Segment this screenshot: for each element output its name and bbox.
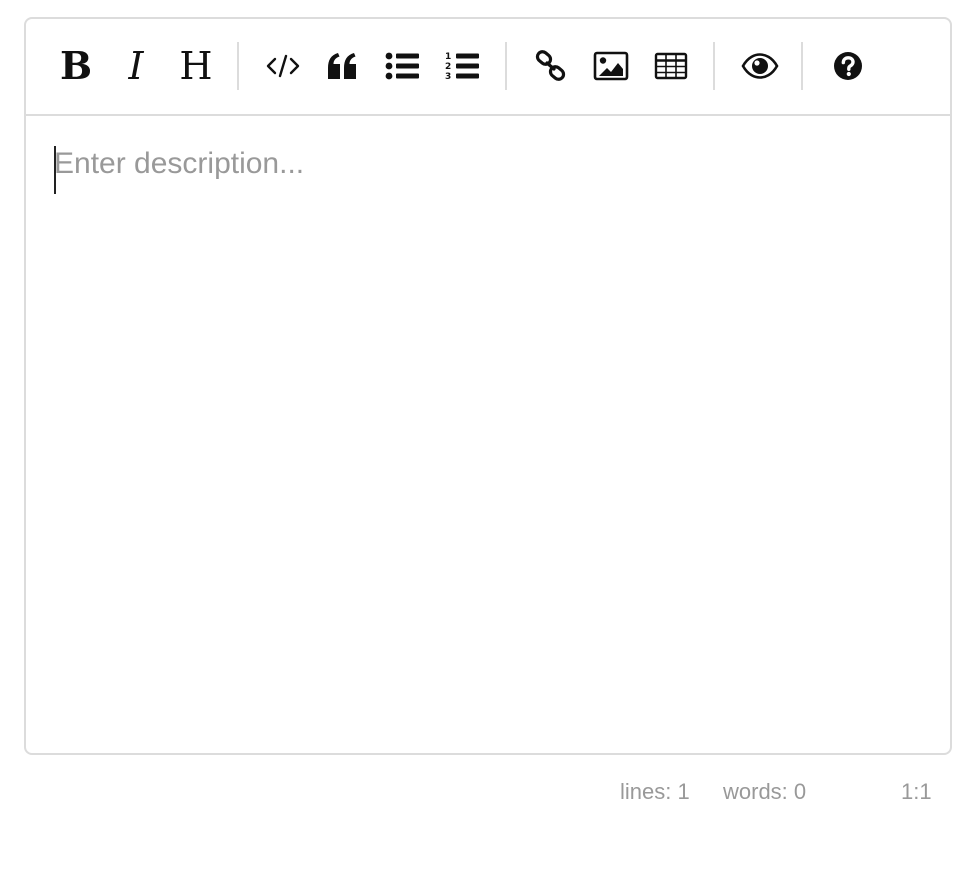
words-count: words: 0 [723, 779, 807, 804]
code-icon [266, 54, 300, 78]
svg-text:2: 2 [445, 62, 451, 72]
ordered-list-button[interactable]: 1 2 3 [440, 43, 486, 89]
help-icon [834, 52, 862, 80]
quote-icon [328, 53, 356, 79]
bold-button[interactable]: B [53, 43, 99, 89]
heading-button[interactable]: H [173, 43, 219, 89]
eye-icon [741, 53, 779, 79]
editor-toolbar: B I H 1 2 3 [26, 19, 950, 116]
ordered-list-icon: 1 2 3 [445, 52, 479, 82]
cursor-position: 1:1 [901, 779, 932, 804]
lines-count: lines: 1 [620, 779, 690, 804]
code-button[interactable] [260, 43, 306, 89]
help-button[interactable] [825, 43, 871, 89]
toolbar-separator [713, 42, 715, 90]
unordered-list-icon [385, 52, 419, 80]
editor-statusbar: lines: 1 words: 0 1:1 [0, 779, 980, 809]
unordered-list-button[interactable] [380, 43, 426, 89]
markdown-editor: B I H 1 2 3 Enter description... [24, 17, 952, 755]
toolbar-separator [237, 42, 239, 90]
toolbar-separator [505, 42, 507, 90]
link-button[interactable] [528, 43, 574, 89]
bold-icon: B [59, 43, 93, 88]
table-icon [654, 52, 688, 80]
quote-button[interactable] [320, 43, 366, 89]
toolbar-separator [801, 42, 803, 90]
table-button[interactable] [648, 43, 694, 89]
image-button[interactable] [588, 43, 634, 89]
preview-button[interactable] [737, 43, 783, 89]
text-caret [54, 146, 56, 194]
italic-icon: I [128, 44, 144, 88]
svg-text:3: 3 [445, 72, 451, 82]
heading-icon: H [179, 44, 213, 88]
description-textarea[interactable] [54, 147, 922, 707]
image-icon [593, 51, 629, 81]
link-icon [535, 50, 566, 81]
italic-button[interactable]: I [113, 43, 159, 89]
svg-text:1: 1 [445, 52, 451, 62]
